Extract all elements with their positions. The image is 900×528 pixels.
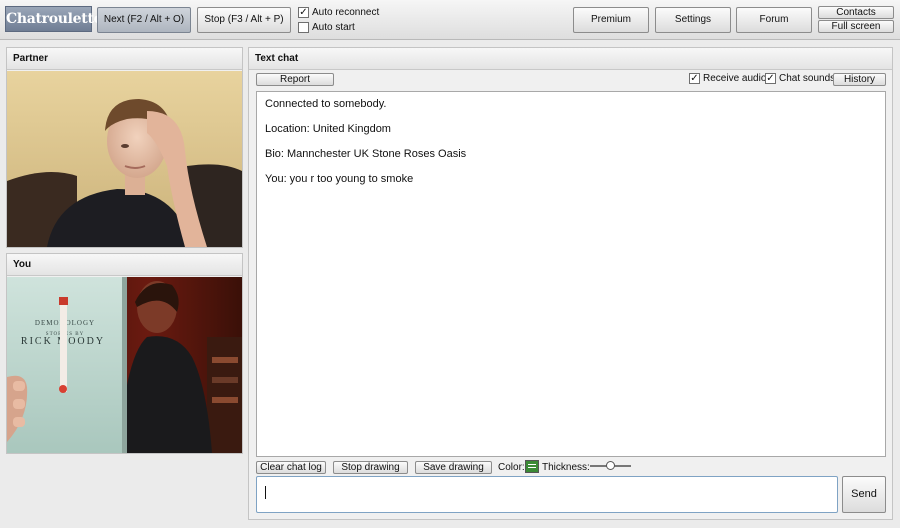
chat-message: Location: United Kingdom	[265, 123, 391, 135]
chat-sounds-label: Chat sounds	[779, 73, 836, 84]
forum-button[interactable]: Forum	[736, 7, 812, 33]
self-video-frame: DEMONOLOGY STORIES BY RICK MOODY	[7, 277, 242, 453]
receive-audio-checkbox[interactable]: ✓ Receive audio	[689, 73, 766, 84]
history-button[interactable]: History	[833, 73, 886, 86]
receive-audio-label: Receive audio	[703, 73, 767, 84]
chat-sounds-checkbox[interactable]: ✓ Chat sounds	[765, 73, 835, 84]
checkbox-checked-icon[interactable]: ✓	[298, 7, 309, 18]
send-button[interactable]: Send	[842, 476, 886, 513]
save-drawing-button[interactable]: Save drawing	[415, 461, 492, 474]
fullscreen-button[interactable]: Full screen	[818, 20, 894, 33]
top-bar: Chatroulette Next (F2 / Alt + O) Stop (F…	[0, 0, 900, 40]
chat-message: Connected to somebody.	[265, 98, 387, 110]
checkbox-checked-icon[interactable]: ✓	[765, 73, 776, 84]
slider-thumb[interactable]	[606, 461, 615, 470]
text-chat-title: Text chat	[249, 48, 892, 70]
next-button[interactable]: Next (F2 / Alt + O)	[97, 7, 191, 33]
report-button[interactable]: Report	[256, 73, 334, 86]
color-picker-swatch[interactable]	[525, 460, 539, 473]
checkbox-unchecked-icon[interactable]	[298, 22, 309, 33]
auto-start-label: Auto start	[312, 22, 355, 33]
clear-chat-log-button[interactable]: Clear chat log	[256, 461, 326, 474]
auto-start-checkbox[interactable]: Auto start	[298, 22, 355, 33]
stop-drawing-button[interactable]: Stop drawing	[333, 461, 408, 474]
thickness-slider[interactable]	[590, 461, 631, 471]
partner-panel: Partner	[6, 47, 243, 248]
auto-reconnect-label: Auto reconnect	[312, 7, 380, 18]
you-panel-title: You	[7, 254, 242, 276]
thickness-label: Thickness:	[542, 462, 590, 473]
auto-reconnect-checkbox[interactable]: ✓ Auto reconnect	[298, 7, 379, 18]
settings-button[interactable]: Settings	[655, 7, 731, 33]
you-panel: You DEMONOL	[6, 253, 243, 454]
chat-message: You: you r too young to smoke	[265, 173, 414, 185]
contacts-button[interactable]: Contacts	[818, 6, 894, 19]
checkbox-checked-icon[interactable]: ✓	[689, 73, 700, 84]
partner-panel-title: Partner	[7, 48, 242, 70]
color-label: Color:	[498, 462, 525, 473]
self-video: DEMONOLOGY STORIES BY RICK MOODY	[7, 277, 242, 453]
partner-video	[7, 71, 242, 247]
chat-log[interactable]: Connected to somebody. Location: United …	[256, 91, 886, 457]
text-caret	[265, 486, 266, 499]
stop-button[interactable]: Stop (F3 / Alt + P)	[197, 7, 291, 33]
partner-video-frame	[7, 71, 242, 247]
logo: Chatroulette	[5, 6, 103, 32]
chat-message: Bio: Mannchester UK Stone Roses Oasis	[265, 148, 467, 160]
premium-button[interactable]: Premium	[573, 7, 649, 33]
chat-message-input[interactable]	[256, 476, 838, 513]
